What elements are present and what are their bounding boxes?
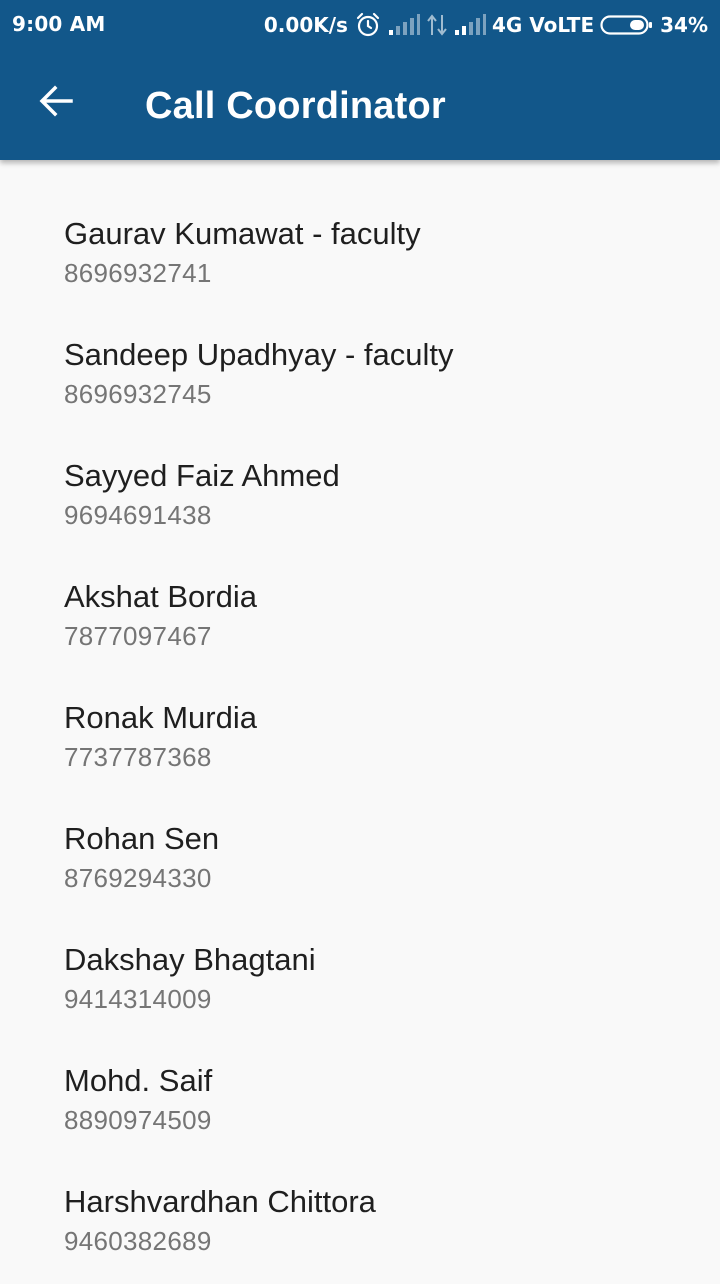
alarm-icon bbox=[354, 11, 382, 39]
contact-phone: 8769294330 bbox=[64, 863, 212, 893]
list-item[interactable]: Gaurav Kumawat - faculty 8696932741 bbox=[0, 195, 720, 316]
contact-name: Harshvardhan Chittora bbox=[64, 1184, 376, 1219]
contact-name: Mohd. Saif bbox=[64, 1063, 213, 1098]
page-title: Call Coordinator bbox=[145, 85, 446, 127]
signal-icon bbox=[454, 14, 486, 36]
list-item[interactable]: Akshat Bordia 7877097467 bbox=[0, 558, 720, 679]
net-speed: 0.00K/s bbox=[263, 13, 348, 37]
contact-name: Sandeep Upadhyay - faculty bbox=[64, 337, 454, 372]
contact-name: Sayyed Faiz Ahmed bbox=[64, 458, 340, 493]
list-item[interactable]: Rohan Sen 8769294330 bbox=[0, 800, 720, 921]
status-time: 9:00 AM bbox=[12, 12, 106, 36]
list-item[interactable]: Dakshay Bhagtani 9414314009 bbox=[0, 921, 720, 1042]
contact-phone: 8696932741 bbox=[64, 258, 212, 288]
contact-name: Ronak Murdia bbox=[64, 700, 257, 735]
contact-phone: 9414314009 bbox=[64, 984, 212, 1014]
status-icons: 0.00K/s 4G VoLTE 34% bbox=[264, 10, 708, 40]
toolbar: Call Coordinator bbox=[0, 50, 720, 160]
list-item[interactable]: Harshvardhan Chittora 9460382689 bbox=[0, 1163, 720, 1284]
data-arrows-icon bbox=[426, 13, 448, 37]
contact-phone: 9694691438 bbox=[64, 500, 212, 530]
list-item[interactable]: Mohd. Saif 8890974509 bbox=[0, 1042, 720, 1163]
contact-name: Dakshay Bhagtani bbox=[64, 942, 316, 977]
contact-name: Gaurav Kumawat - faculty bbox=[64, 216, 421, 251]
coordinator-list: Gaurav Kumawat - faculty 8696932741 Sandee… bbox=[0, 160, 720, 1284]
contact-name: Rohan Sen bbox=[64, 821, 220, 856]
contact-phone: 9460382689 bbox=[64, 1226, 212, 1256]
contact-phone: 7877097467 bbox=[64, 621, 212, 651]
contact-phone: 8696932745 bbox=[64, 379, 212, 409]
arrow-back-icon bbox=[38, 83, 74, 123]
list-item[interactable]: Sandeep Upadhyay - faculty 8696932745 bbox=[0, 316, 720, 437]
contact-name: Akshat Bordia bbox=[64, 579, 257, 614]
network-type: 4G VoLTE bbox=[491, 13, 595, 37]
back-button[interactable] bbox=[26, 73, 86, 133]
signal-icon bbox=[388, 14, 420, 36]
app-bar: 9:00 AM 0.00K/s 4G VoLTE 34% Call Coordi… bbox=[0, 0, 720, 160]
list-item[interactable]: Ronak Murdia 7737787368 bbox=[0, 679, 720, 800]
contact-phone: 7737787368 bbox=[64, 742, 212, 772]
battery-percent: 34% bbox=[660, 13, 708, 37]
contact-phone: 8890974509 bbox=[64, 1105, 212, 1135]
battery-icon bbox=[600, 14, 654, 36]
status-bar: 9:00 AM 0.00K/s 4G VoLTE 34% bbox=[0, 0, 720, 50]
list-item[interactable]: Sayyed Faiz Ahmed 9694691438 bbox=[0, 437, 720, 558]
